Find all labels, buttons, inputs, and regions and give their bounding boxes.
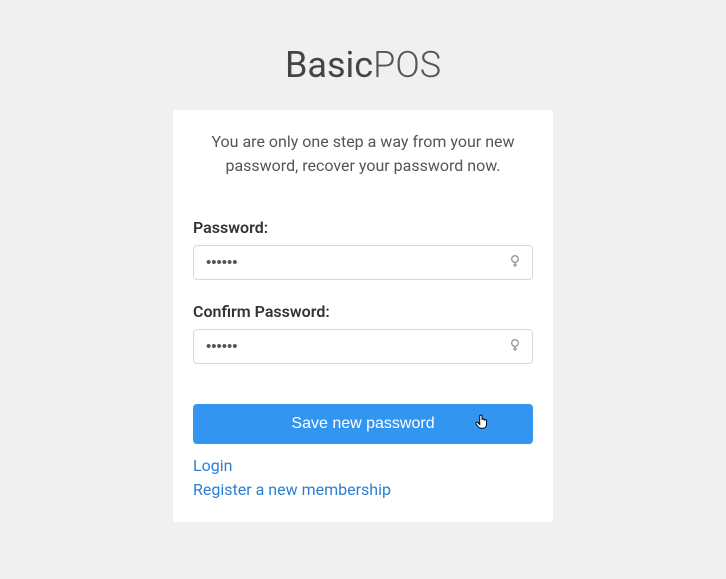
confirm-password-input[interactable] xyxy=(193,329,533,364)
logo-bold: Basic xyxy=(285,44,373,86)
password-label: Password: xyxy=(193,218,533,237)
cursor-hand-icon xyxy=(473,413,491,436)
save-password-button[interactable]: Save new password xyxy=(193,404,533,444)
auth-links: Login Register a new membership xyxy=(193,454,533,502)
logo-light: POS xyxy=(373,44,441,86)
reset-password-card: You are only one step a way from your ne… xyxy=(173,110,553,522)
card-description: You are only one step a way from your ne… xyxy=(193,130,533,178)
login-link[interactable]: Login xyxy=(193,454,533,478)
password-input-wrapper xyxy=(193,245,533,280)
confirm-password-label: Confirm Password: xyxy=(193,302,533,321)
register-link[interactable]: Register a new membership xyxy=(193,478,533,502)
password-input[interactable] xyxy=(193,245,533,280)
app-logo: BasicPOS xyxy=(285,44,441,86)
confirm-password-input-wrapper xyxy=(193,329,533,364)
save-password-button-label: Save new password xyxy=(291,415,434,432)
